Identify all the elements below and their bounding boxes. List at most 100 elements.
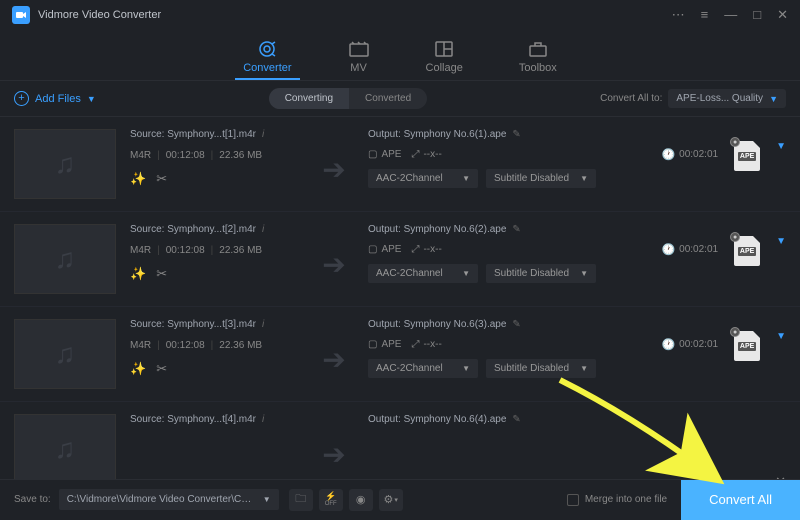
arrow-icon: ➔	[314, 329, 354, 389]
audio-track-select[interactable]: AAC-2Channel▼	[368, 359, 478, 378]
output-format: APE	[381, 244, 401, 255]
menu-icon[interactable]: ≡	[701, 7, 709, 23]
source-duration: 00:12:08	[166, 340, 205, 351]
output-filename: Output: Symphony No.6(1).ape	[368, 129, 506, 140]
thumbnail[interactable]: ♫	[14, 224, 116, 294]
output-filename: Output: Symphony No.6(2).ape	[368, 224, 506, 235]
tab-toolbox[interactable]: Toolbox	[511, 36, 565, 80]
cut-icon[interactable]: ✂	[156, 361, 167, 377]
titlebar: Vidmore Video Converter ⋯ ≡ — □ ✕	[0, 0, 800, 30]
format-dropdown-icon[interactable]: ▼	[776, 236, 786, 294]
output-filename: Output: Symphony No.6(3).ape	[368, 319, 506, 330]
toolbox-icon	[527, 40, 549, 58]
list-item: ♫ Source: Symphony...t[3].m4r i M4R|00:1…	[0, 307, 800, 402]
output-duration: 00:02:01	[679, 244, 718, 255]
arrow-icon: ➔	[314, 424, 354, 484]
video-off-icon: ▢	[368, 339, 377, 350]
cut-icon[interactable]: ✂	[156, 266, 167, 282]
list-item: ♫ Source: Symphony...t[1].m4r i M4R|00:1…	[0, 117, 800, 212]
effects-icon[interactable]: ✨	[130, 266, 146, 282]
effects-icon[interactable]: ✨	[130, 171, 146, 187]
output-ratio: --x--	[423, 149, 441, 160]
source-ext: M4R	[130, 150, 151, 161]
thumbnail[interactable]: ♫	[14, 414, 116, 484]
chevron-down-icon: ▼	[769, 94, 778, 104]
thumbnail[interactable]: ♫	[14, 129, 116, 199]
output-duration: 00:02:01	[679, 149, 718, 160]
feedback-icon[interactable]: ⋯	[672, 7, 685, 23]
source-size: 22.36 MB	[219, 340, 262, 351]
resize-icon: ⤢	[411, 149, 419, 160]
merge-checkbox[interactable]: Merge into one file	[567, 494, 667, 506]
clock-icon: 🕐	[661, 243, 675, 256]
chevron-down-icon: ▼	[263, 495, 271, 504]
effects-icon[interactable]: ✨	[130, 361, 146, 377]
thumbnail[interactable]: ♫	[14, 319, 116, 389]
high-speed-button[interactable]: ◉	[349, 489, 373, 511]
arrow-icon: ➔	[314, 139, 354, 199]
status-segment: Converting Converted	[269, 88, 428, 109]
output-ratio: --x--	[423, 339, 441, 350]
maximize-icon[interactable]: □	[753, 7, 761, 23]
output-format-badge: ●APE	[732, 141, 762, 199]
source-ext: M4R	[130, 340, 151, 351]
clock-icon: 🕐	[661, 148, 675, 161]
resize-icon: ⤢	[411, 244, 419, 255]
app-logo	[12, 6, 30, 24]
video-off-icon: ▢	[368, 149, 377, 160]
subtitle-select[interactable]: Subtitle Disabled▼	[486, 264, 596, 283]
app-title: Vidmore Video Converter	[38, 9, 672, 21]
source-ext: M4R	[130, 245, 151, 256]
source-filename: Source: Symphony...t[4].m4r	[130, 414, 256, 425]
add-files-button[interactable]: + Add Files ▼	[14, 91, 96, 106]
source-filename: Source: Symphony...t[1].m4r	[130, 129, 256, 140]
audio-track-select[interactable]: AAC-2Channel▼	[368, 264, 478, 283]
music-note-icon: ♫	[55, 243, 76, 275]
cut-icon[interactable]: ✂	[156, 171, 167, 187]
info-icon[interactable]: i	[262, 224, 264, 235]
convert-all-to-label: Convert All to:	[600, 93, 662, 104]
save-path-select[interactable]: C:\Vidmore\Vidmore Video Converter\Conve…	[59, 489, 279, 510]
audio-track-select[interactable]: AAC-2Channel▼	[368, 169, 478, 188]
converting-tab[interactable]: Converting	[269, 88, 349, 109]
info-icon[interactable]: i	[262, 319, 264, 330]
video-off-icon: ▢	[368, 244, 377, 255]
convert-all-button[interactable]: Convert All	[681, 480, 800, 520]
close-icon[interactable]: ✕	[777, 7, 788, 23]
edit-icon[interactable]: ✎	[512, 224, 520, 235]
resize-icon: ⤢	[411, 339, 419, 350]
checkbox-icon	[567, 494, 579, 506]
info-icon[interactable]: i	[262, 414, 264, 425]
tab-converter[interactable]: Converter	[235, 36, 299, 80]
edit-icon[interactable]: ✎	[512, 414, 520, 425]
output-format: APE	[381, 149, 401, 160]
list-item: ♫ Source: Symphony...t[4].m4r i ➔ Output…	[0, 402, 800, 487]
converted-tab[interactable]: Converted	[349, 88, 427, 109]
source-size: 22.36 MB	[219, 245, 262, 256]
arrow-icon: ➔	[314, 234, 354, 294]
minimize-icon[interactable]: —	[724, 7, 737, 23]
settings-button[interactable]: ⚙▾	[379, 489, 403, 511]
open-folder-button[interactable]: 🗀	[289, 489, 313, 511]
subtitle-select[interactable]: Subtitle Disabled▼	[486, 359, 596, 378]
file-list: ♫ Source: Symphony...t[1].m4r i M4R|00:1…	[0, 117, 800, 487]
tab-mv[interactable]: MV	[340, 36, 378, 80]
format-dropdown-icon[interactable]: ▼	[776, 331, 786, 389]
main-tabs: Converter MV Collage Toolbox	[0, 30, 800, 81]
subtitle-select[interactable]: Subtitle Disabled▼	[486, 169, 596, 188]
format-select[interactable]: APE-Loss... Quality ▼	[668, 89, 786, 108]
info-icon[interactable]: i	[262, 129, 264, 140]
clock-icon: 🕐	[661, 338, 675, 351]
format-dropdown-icon[interactable]: ▼	[776, 141, 786, 199]
output-filename: Output: Symphony No.6(4).ape	[368, 414, 506, 425]
tab-collage[interactable]: Collage	[418, 36, 471, 80]
edit-icon[interactable]: ✎	[512, 129, 520, 140]
output-format-badge: ●APE	[732, 331, 762, 389]
music-note-icon: ♫	[55, 148, 76, 180]
footer: Save to: C:\Vidmore\Vidmore Video Conver…	[0, 479, 800, 519]
output-duration: 00:02:01	[679, 339, 718, 350]
hardware-accel-button[interactable]: ⚡OFF	[319, 489, 343, 511]
chevron-down-icon: ▼	[87, 94, 96, 104]
mv-icon	[348, 40, 370, 58]
edit-icon[interactable]: ✎	[512, 319, 520, 330]
